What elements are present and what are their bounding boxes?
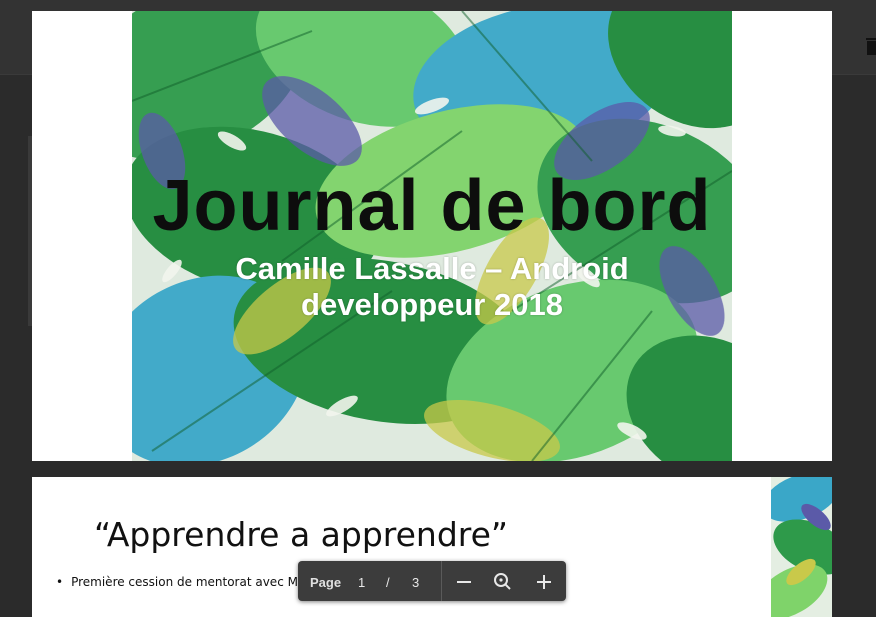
tropical-leaves-image-strip	[771, 477, 832, 617]
current-page-number[interactable]: 1	[358, 575, 365, 590]
trash-icon[interactable]	[864, 36, 876, 56]
total-pages: 3	[412, 575, 420, 590]
slide-subtitle: Camille Lassalle – Android developpeur 2…	[235, 251, 629, 322]
zoom-reset-icon[interactable]	[489, 569, 515, 595]
slide-page-1: Journal de bord Camille Lassalle – Andro…	[32, 11, 832, 461]
page-toolbar: Page 1 / 3	[298, 561, 566, 601]
slide-2-title: “Apprendre a apprendre”	[94, 515, 509, 554]
toolbar-divider	[441, 561, 442, 601]
page-separator: /	[386, 575, 390, 590]
plus-icon[interactable]	[531, 569, 557, 595]
slide-2-bullet-text: Première cession de mentorat avec M	[71, 575, 298, 589]
minus-icon[interactable]	[451, 569, 477, 595]
slide-title: Journal de bord	[152, 166, 712, 246]
bullet-icon: •	[56, 575, 64, 589]
page-label: Page	[310, 575, 342, 590]
slide-2-bullet: • Première cession de mentorat avec M	[56, 575, 298, 589]
